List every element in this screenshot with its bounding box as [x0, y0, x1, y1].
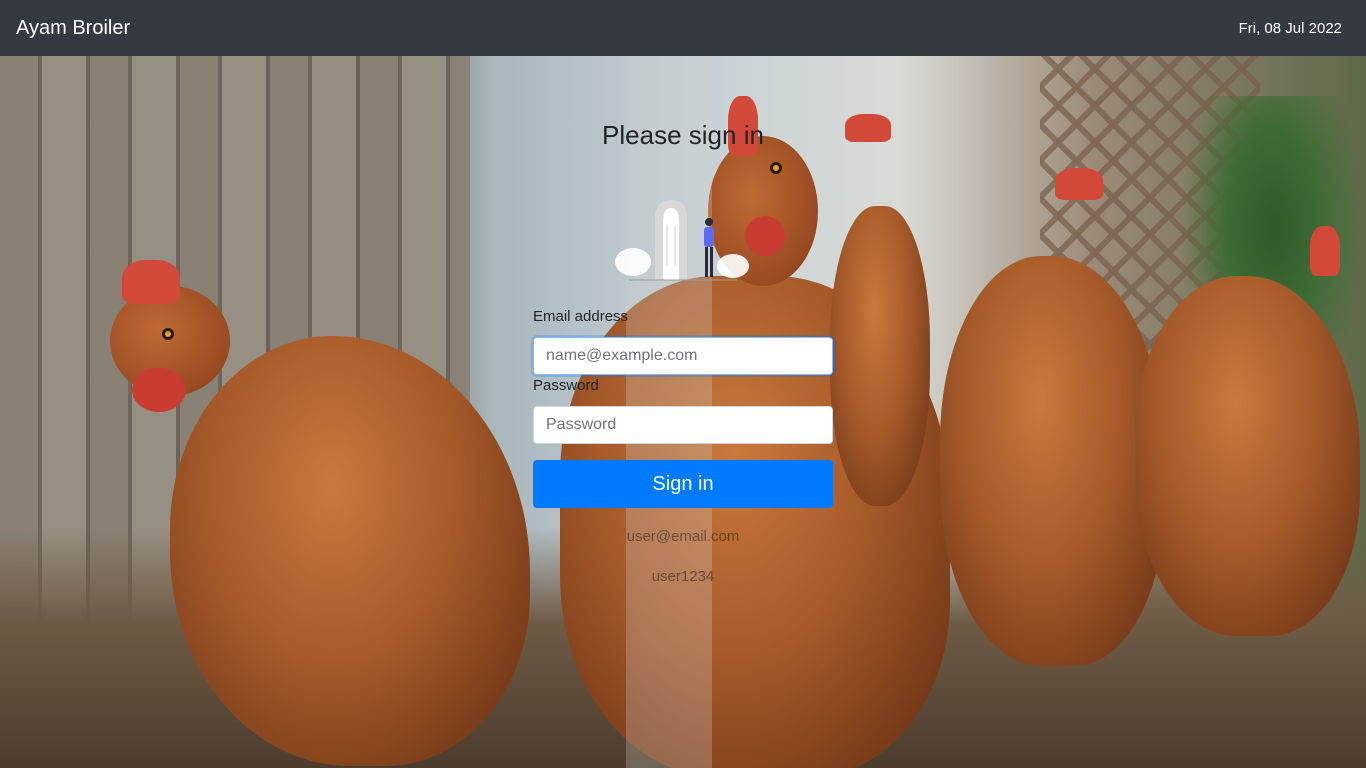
hen-far-right [1135, 276, 1360, 636]
hen-left-wattle [132, 368, 186, 412]
page-title: Please sign in [602, 120, 764, 150]
hen-left [170, 336, 530, 766]
hen-right [940, 256, 1165, 666]
email-field[interactable] [533, 337, 833, 375]
demo-email-hint: user@email.com [626, 528, 740, 545]
signin-button[interactable]: Sign in [533, 460, 833, 508]
password-field[interactable] [533, 406, 833, 444]
demo-password-hint: user1234 [651, 568, 715, 585]
hen-left-comb [122, 260, 180, 304]
hen-far-right-comb [1310, 226, 1340, 276]
door-person-illustration-icon [615, 200, 749, 281]
hen-back-1 [830, 206, 930, 506]
password-label: Password [533, 377, 599, 394]
current-date: Fri, 08 Jul 2022 [1238, 19, 1342, 37]
hen-left-eye [162, 328, 174, 340]
signin-form: Please sign in Email address Password Si… [533, 56, 833, 768]
hen-back-1-comb [845, 114, 891, 142]
brand-title[interactable]: Ayam Broiler [16, 17, 130, 40]
hen-right-comb [1055, 168, 1103, 200]
navbar: Ayam Broiler Fri, 08 Jul 2022 [0, 0, 1366, 56]
email-label: Email address [533, 308, 629, 325]
